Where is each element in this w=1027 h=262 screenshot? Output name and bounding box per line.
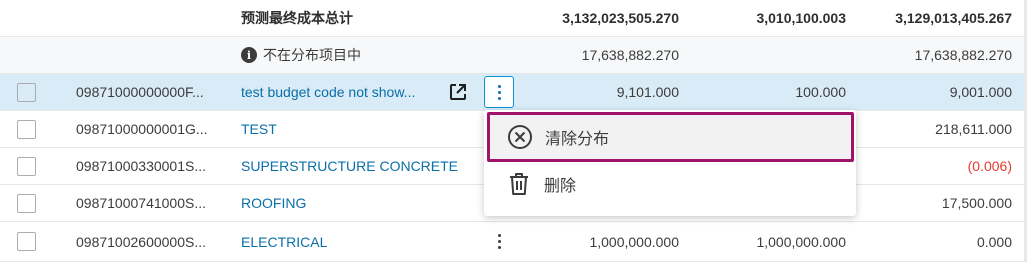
totals-label: 预测最终成本总计 bbox=[241, 10, 353, 26]
totals-row: 预测最终成本总计 3,132,023,505.270 3,010,100.003… bbox=[0, 0, 1024, 37]
totals-value-3: 3,129,013,405.267 bbox=[895, 10, 1012, 26]
row-value-3: 9,001.000 bbox=[949, 84, 1012, 100]
row-value-3: 218,611.000 bbox=[935, 121, 1012, 137]
budget-code: 09871000000001G... bbox=[76, 121, 208, 137]
unallocated-label: 不在分布项目中 bbox=[263, 47, 361, 63]
row-menu-cell bbox=[484, 74, 514, 110]
row-value-2: 100.000 bbox=[795, 84, 846, 100]
budget-code: 09871002600000S... bbox=[76, 233, 207, 250]
row-menu-cell bbox=[484, 222, 514, 261]
totals-value-2: 3,010,100.003 bbox=[756, 10, 846, 26]
row-value-3: 0.000 bbox=[976, 233, 1012, 250]
more-options-icon[interactable] bbox=[484, 226, 514, 258]
row-value-3: (0.006) bbox=[967, 158, 1012, 174]
unallocated-value-1: 17,638,882.270 bbox=[581, 47, 679, 63]
budget-code: 09871000741000S... bbox=[76, 195, 207, 211]
budget-name-link[interactable]: SUPERSTRUCTURE CONCRETE bbox=[241, 148, 458, 184]
row-checkbox-cell bbox=[17, 74, 37, 110]
row-checkbox-cell bbox=[17, 185, 37, 221]
more-options-icon[interactable] bbox=[484, 76, 514, 108]
unallocated-cell: i 不在分布项目中 bbox=[241, 37, 446, 73]
budget-name-link[interactable]: TEST bbox=[241, 111, 446, 147]
menu-item-inner: 清除分布 bbox=[487, 112, 854, 162]
totals-value-1: 3,132,023,505.270 bbox=[562, 10, 679, 26]
menu-item-label: 清除分布 bbox=[545, 131, 610, 148]
row-value-1: 9,101.000 bbox=[616, 84, 679, 100]
menu-item-clear-allocation[interactable]: 清除分布 bbox=[487, 112, 854, 162]
row-checkbox[interactable] bbox=[17, 156, 36, 176]
row-checkbox[interactable] bbox=[17, 232, 36, 251]
budget-name-link[interactable]: ELECTRICAL bbox=[241, 222, 446, 261]
budget-name-link[interactable]: test budget code not show... bbox=[241, 74, 446, 110]
menu-item-label: 删除 bbox=[544, 178, 577, 195]
row-checkbox-cell bbox=[17, 148, 37, 184]
row-value-1: 1,000,000.000 bbox=[589, 233, 679, 250]
open-in-new-icon[interactable] bbox=[449, 74, 469, 110]
unallocated-value-3: 17,638,882.270 bbox=[914, 47, 1012, 63]
unallocated-row: i 不在分布项目中 17,638,882.270 17,638,882.270 bbox=[0, 37, 1024, 74]
info-icon: i bbox=[241, 47, 257, 63]
row-checkbox[interactable] bbox=[17, 82, 36, 102]
menu-item-delete[interactable]: 删除 bbox=[484, 161, 856, 207]
budget-code: 09871000000000F... bbox=[76, 84, 204, 100]
budget-code: 09871000330001S... bbox=[76, 158, 207, 174]
table-row[interactable]: 09871000000000F... test budget code not … bbox=[0, 74, 1024, 111]
row-checkbox-cell bbox=[17, 111, 37, 147]
row-checkbox-cell bbox=[17, 222, 37, 261]
circle-x-icon bbox=[507, 124, 533, 150]
row-value-2: 1,000,000.000 bbox=[756, 233, 846, 250]
trash-icon bbox=[506, 171, 532, 197]
row-checkbox[interactable] bbox=[17, 119, 36, 139]
table-row[interactable]: 09871002600000S... ELECTRICAL 1,000,000.… bbox=[0, 222, 1024, 262]
row-checkbox[interactable] bbox=[17, 193, 36, 213]
budget-name-link[interactable]: ROOFING bbox=[241, 185, 446, 221]
row-value-3: 17,500.000 bbox=[941, 195, 1012, 211]
